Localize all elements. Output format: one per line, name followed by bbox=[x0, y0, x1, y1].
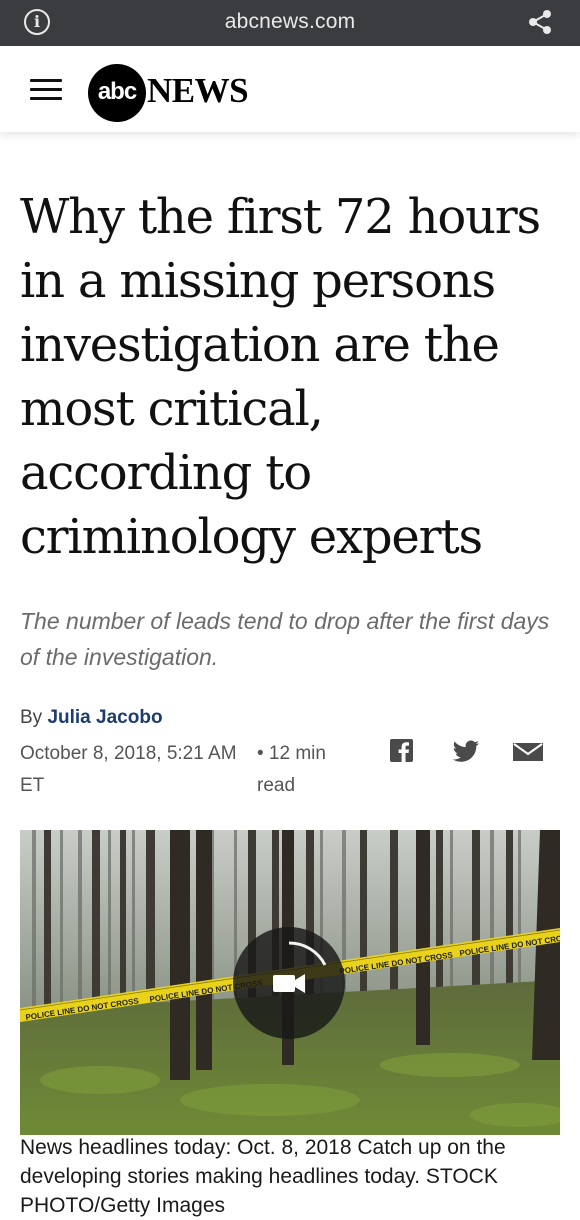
byline: By Julia Jacobo bbox=[20, 707, 163, 729]
url-host[interactable]: abcnews.com bbox=[0, 10, 580, 34]
facebook-icon[interactable] bbox=[390, 739, 413, 762]
site-header: abc NEWS bbox=[0, 46, 580, 132]
video-camera-icon bbox=[273, 975, 295, 992]
twitter-icon[interactable] bbox=[452, 739, 480, 765]
menu-icon[interactable] bbox=[30, 79, 62, 101]
share-icon[interactable] bbox=[526, 8, 554, 36]
article-subhead: The number of leads tend to drop after t… bbox=[20, 608, 550, 670]
article-headline: Why the first 72 hours in a missing pers… bbox=[20, 189, 541, 565]
publish-date: October 8, 2018, 5:21 AM ET bbox=[20, 743, 237, 796]
media-caption: News headlines today: Oct. 8, 2018 Catch… bbox=[20, 1136, 506, 1217]
abc-logo[interactable]: abc bbox=[88, 64, 146, 122]
author-link[interactable]: Julia Jacobo bbox=[47, 707, 162, 728]
read-time: • 12 min read bbox=[257, 743, 326, 796]
loading-arc-icon bbox=[288, 941, 327, 966]
browser-url-bar: i abcnews.com bbox=[0, 0, 580, 46]
byline-prefix: By bbox=[20, 707, 48, 728]
news-wordmark[interactable]: NEWS bbox=[147, 71, 249, 111]
email-icon[interactable] bbox=[513, 739, 543, 765]
video-play-button[interactable] bbox=[233, 927, 345, 1039]
